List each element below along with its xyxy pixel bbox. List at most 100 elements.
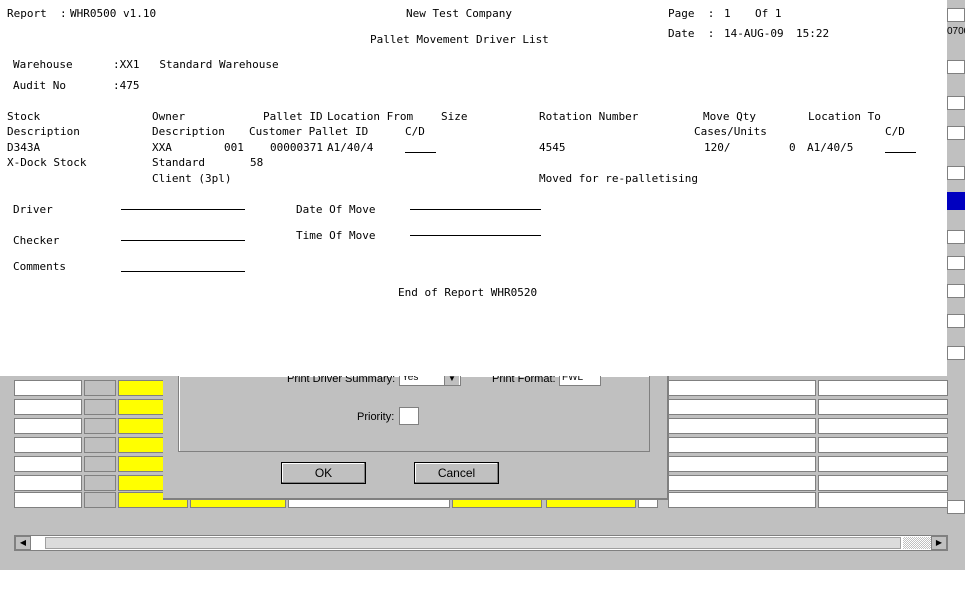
right-panel-cell[interactable] bbox=[947, 256, 965, 270]
time-value: 15:22 bbox=[796, 27, 830, 40]
grid-cell[interactable] bbox=[84, 380, 116, 396]
report-preview: Report : WHR0500 v1.10 New Test Company … bbox=[0, 0, 947, 376]
right-panel-selection[interactable] bbox=[947, 192, 965, 210]
grid-cell[interactable] bbox=[14, 399, 82, 415]
grid-cell[interactable] bbox=[818, 418, 948, 434]
row-stock-description: X-Dock Stock bbox=[7, 156, 87, 169]
driver-label: Driver bbox=[13, 203, 53, 216]
right-panel-cell[interactable] bbox=[947, 284, 965, 298]
date-of-move-label: Date Of Move bbox=[296, 203, 376, 216]
right-panel-cell[interactable] bbox=[947, 346, 965, 360]
cd-to-blank bbox=[885, 152, 916, 153]
right-panel-cell[interactable] bbox=[947, 500, 965, 514]
grid-cell[interactable] bbox=[14, 475, 82, 491]
print-options-dialog: Print Driver Summary: Yes ▼ Print Format… bbox=[163, 372, 669, 500]
header-owner: Owner bbox=[152, 110, 186, 123]
header-description: Description bbox=[7, 125, 80, 138]
comments-label: Comments bbox=[13, 260, 66, 273]
time-of-move-label: Time Of Move bbox=[296, 229, 376, 242]
options-groupbox: Print Driver Summary: Yes ▼ Print Format… bbox=[178, 372, 650, 452]
grid-cell[interactable] bbox=[668, 380, 816, 396]
date-value: 14-AUG-09 bbox=[724, 27, 784, 40]
row-location-from: A1/40/4 bbox=[327, 141, 374, 154]
right-panel-cell[interactable] bbox=[947, 314, 965, 328]
row-pallet-id: 00000371 bbox=[270, 141, 323, 154]
audit-value: :475 bbox=[113, 79, 140, 92]
priority-input[interactable] bbox=[399, 407, 419, 425]
row-rotation-number: 4545 bbox=[539, 141, 566, 154]
scroll-left-icon[interactable]: ◀ bbox=[15, 536, 31, 550]
row-stock-code: D343A bbox=[7, 141, 41, 154]
row-pallet-number: 001 bbox=[224, 141, 244, 154]
right-panel-text: 0700 bbox=[947, 26, 965, 37]
page-of: Of 1 bbox=[755, 7, 782, 20]
row-owner: XXA bbox=[152, 141, 172, 154]
grid-cell[interactable] bbox=[84, 492, 116, 508]
grid-cell[interactable] bbox=[84, 475, 116, 491]
date-of-move-line bbox=[410, 209, 541, 210]
scrollbar-thumb[interactable] bbox=[45, 537, 901, 549]
grid-cell[interactable] bbox=[668, 492, 816, 508]
right-panel-cell[interactable] bbox=[947, 60, 965, 74]
grid-cell[interactable] bbox=[668, 437, 816, 453]
warehouse-label: Warehouse bbox=[13, 58, 73, 71]
date-label: Date : bbox=[668, 27, 715, 40]
grid-cell[interactable] bbox=[818, 437, 948, 453]
ok-button[interactable]: OK bbox=[281, 462, 366, 484]
comments-line bbox=[121, 271, 245, 272]
grid-cell[interactable] bbox=[818, 456, 948, 472]
page-label: Page : bbox=[668, 7, 715, 20]
right-panel-cell[interactable] bbox=[947, 126, 965, 140]
header-customer-pallet-id: Customer Pallet ID bbox=[249, 125, 369, 138]
horizontal-scrollbar[interactable]: ◀ ▶ bbox=[14, 535, 948, 551]
row-customer-pallet-id: 58 bbox=[250, 156, 264, 169]
header-stock: Stock bbox=[7, 110, 41, 123]
priority-label: Priority: bbox=[357, 411, 395, 423]
report-id: WHR0500 v1.10 bbox=[70, 7, 157, 20]
header-owner-description: Description bbox=[152, 125, 225, 138]
header-cases-units: Cases/Units bbox=[694, 125, 767, 138]
grid-cell[interactable] bbox=[668, 475, 816, 491]
header-pallet-id: Pallet ID bbox=[263, 110, 323, 123]
grid-cell[interactable] bbox=[14, 492, 82, 508]
grid-cell[interactable] bbox=[14, 380, 82, 396]
end-of-report: End of Report WHR0520 bbox=[398, 286, 538, 299]
grid-cell[interactable] bbox=[668, 456, 816, 472]
grid-cell[interactable] bbox=[84, 418, 116, 434]
grid-cell[interactable] bbox=[84, 399, 116, 415]
header-rotation-number: Rotation Number bbox=[539, 110, 639, 123]
row-owner-description-2: Client (3pl) bbox=[152, 172, 232, 185]
grid-cell[interactable] bbox=[14, 456, 82, 472]
header-location-from: Location From bbox=[327, 110, 414, 123]
right-panel-cell[interactable] bbox=[947, 230, 965, 244]
grid-cell[interactable] bbox=[84, 456, 116, 472]
scroll-right-icon[interactable]: ▶ bbox=[931, 536, 947, 550]
company-name: New Test Company bbox=[406, 7, 512, 20]
report-title: Pallet Movement Driver List bbox=[370, 33, 549, 46]
grid-cell[interactable] bbox=[818, 380, 948, 396]
grid-cell[interactable] bbox=[668, 418, 816, 434]
grid-cell[interactable] bbox=[668, 399, 816, 415]
row-location-to: A1/40/5 bbox=[807, 141, 854, 154]
row-move-qty: 120/ bbox=[704, 141, 731, 154]
grid-cell[interactable] bbox=[818, 475, 948, 491]
grid-cell[interactable] bbox=[14, 437, 82, 453]
grid-cell[interactable] bbox=[84, 437, 116, 453]
grid-cell[interactable] bbox=[818, 492, 948, 508]
header-move-qty: Move Qty bbox=[703, 110, 756, 123]
grid-cell[interactable] bbox=[818, 399, 948, 415]
time-of-move-line bbox=[410, 235, 541, 236]
header-cd-to: C/D bbox=[885, 125, 905, 138]
checker-label: Checker bbox=[13, 234, 60, 247]
right-panel-cell[interactable] bbox=[947, 96, 965, 110]
right-panel-cell[interactable] bbox=[947, 166, 965, 180]
audit-label: Audit No bbox=[13, 79, 66, 92]
warehouse-value: :XX1 Standard Warehouse bbox=[113, 58, 279, 71]
right-side-panel: 0700 bbox=[947, 0, 965, 570]
cancel-button[interactable]: Cancel bbox=[414, 462, 499, 484]
grid-cell[interactable] bbox=[14, 418, 82, 434]
scrollbar-track[interactable] bbox=[903, 537, 933, 549]
report-id-label: Report : bbox=[7, 7, 67, 20]
right-panel-cell[interactable] bbox=[947, 8, 965, 22]
checker-signature-line bbox=[121, 240, 245, 241]
